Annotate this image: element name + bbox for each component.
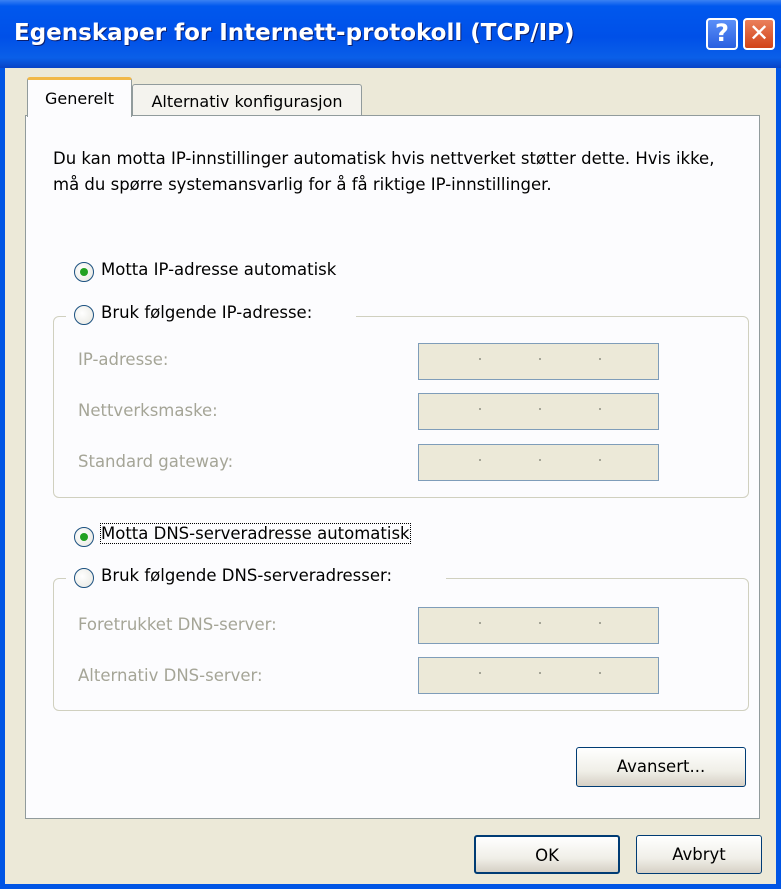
tcpip-properties-dialog: Egenskaper for Internett-protokoll (TCP/… [0,0,781,889]
preferred-dns-label: Foretrukket DNS-server: [78,615,277,634]
tab-alternativ-konfigurasjon[interactable]: Alternativ konfigurasjon [132,84,362,118]
tab-label: Alternativ konfigurasjon [151,92,343,111]
ip-address-field [418,343,659,380]
window-frame-right [776,68,781,889]
advanced-button-label: Avansert... [616,757,706,776]
cancel-button[interactable]: Avbryt [636,835,762,874]
subnet-mask-label: Nettverksmaske: [78,401,218,420]
close-button[interactable]: ✕ [743,18,775,50]
radio-dns-manual[interactable] [74,568,94,588]
window-frame-bottom [0,884,781,889]
ok-button-label: OK [535,846,559,865]
question-icon: ? [715,19,729,47]
radio-ip-manual-label[interactable]: Bruk følgende IP-adresse: [101,303,312,322]
ip-address-label: IP-adresse: [78,350,169,369]
default-gateway-field [418,444,659,481]
tab-generelt[interactable]: Generelt [27,77,132,117]
radio-dns-auto[interactable] [74,527,94,547]
title-bar[interactable]: Egenskaper for Internett-protokoll (TCP/… [0,0,781,68]
alternate-dns-field [418,657,659,694]
help-button[interactable]: ? [706,18,738,50]
radio-ip-auto-label[interactable]: Motta IP-adresse automatisk [101,260,336,279]
alternate-dns-label: Alternativ DNS-server: [78,666,263,685]
preferred-dns-field [418,607,659,644]
subnet-mask-field [418,393,659,430]
radio-ip-auto[interactable] [74,262,94,282]
window-frame-left [0,68,5,889]
cancel-button-label: Avbryt [672,845,726,864]
tab-label: Generelt [44,89,114,108]
close-icon: ✕ [748,19,770,47]
default-gateway-label: Standard gateway: [78,452,234,471]
ok-button[interactable]: OK [474,835,620,874]
advanced-button[interactable]: Avansert... [576,747,746,787]
radio-ip-manual[interactable] [74,305,94,325]
radio-dns-auto-label[interactable]: Motta DNS-serveradresse automatisk [100,523,411,544]
radio-dns-manual-label[interactable]: Bruk følgende DNS-serveradresser: [101,566,392,585]
window-title: Egenskaper for Internett-protokoll (TCP/… [14,20,575,46]
description-text: Du kan motta IP-innstillinger automatisk… [53,149,715,194]
